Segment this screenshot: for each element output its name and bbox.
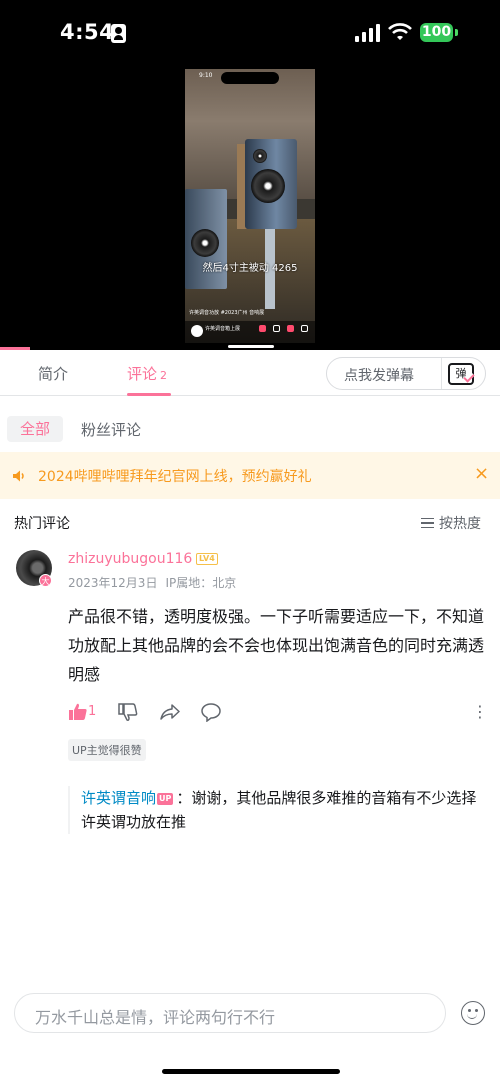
danmaku-divider <box>441 358 442 389</box>
send-danmaku-label: 点我发弹幕 <box>344 368 414 384</box>
close-icon[interactable]: × <box>474 463 489 484</box>
level-badge: LV4 <box>196 553 218 565</box>
reply-item[interactable]: 许英谓音响 UP ：谢谢，其他品牌很多难推的音箱有不少选择许英谓功放在推 <box>68 786 486 834</box>
comment-date: 2023年12月3日 <box>68 576 158 590</box>
video-like-icon <box>259 325 266 332</box>
up-tag: UP <box>157 793 174 805</box>
reply-icon[interactable] <box>201 702 221 722</box>
comment-content: 产品很不错，透明度极强。一下子听需要适应一下，不知道功放配上其他品牌的会不会也体… <box>68 607 485 684</box>
tab-bar: 简介 评论 2 点我发弹幕 <box>0 350 500 396</box>
tab-comments[interactable]: 评论 2 <box>127 363 167 384</box>
video-heart-icon <box>287 325 294 332</box>
tab-comments-label: 评论 <box>127 365 158 383</box>
speaker-icon <box>13 470 24 482</box>
comment-actions: 1 ⋮ <box>68 702 488 724</box>
tab-comments-count: 2 <box>160 369 168 382</box>
reply-username[interactable]: 许英谓音响 <box>81 789 156 807</box>
sort-icon <box>421 518 434 528</box>
hot-comments-title: 热门评论 <box>14 516 70 532</box>
avatar-badge: 大 <box>39 574 52 587</box>
up-liked-badge: UP主觉得很赞 <box>68 739 146 761</box>
sort-label: 按热度 <box>439 516 481 532</box>
battery-indicator: 100 <box>420 23 453 42</box>
notice-banner[interactable]: 2024哔哩哔哩拜年纪官网上线，预约赢好礼 × <box>0 452 500 499</box>
video-notch <box>221 72 279 84</box>
thumbs-down-icon[interactable] <box>118 702 138 722</box>
more-icon[interactable]: ⋮ <box>472 702 488 722</box>
wifi-icon <box>388 23 412 40</box>
woofer-right <box>251 169 285 203</box>
comment-meta: 2023年12月3日 IP属地：北京 <box>68 574 236 591</box>
like-count: 1 <box>88 704 97 719</box>
video-comment-icon <box>301 325 308 332</box>
video-caption: 许英调音功放 #2023广州 音响展 <box>189 310 265 316</box>
status-time: 4:54 <box>60 20 115 44</box>
home-indicator <box>162 1069 340 1074</box>
video-share-icon <box>273 325 280 332</box>
video-frame[interactable]: 9:10 然后4寸主被动 4265 许英调音功放 #2023广州 音响展 许英调… <box>185 69 315 343</box>
sort-button[interactable]: 按热度 <box>421 513 481 533</box>
video-mini-time: 9:10 <box>199 72 213 79</box>
tweeter <box>253 149 267 163</box>
video-subtitle: 然后4寸主被动 4265 <box>202 263 298 274</box>
battery-tip <box>455 29 458 36</box>
filter-all[interactable]: 全部 <box>7 416 63 442</box>
filter-fans[interactable]: 粉丝评论 <box>81 419 141 440</box>
tab-intro[interactable]: 简介 <box>38 363 68 384</box>
woofer-left <box>191 229 219 257</box>
video-channel-name: 许英调音箱上展 <box>205 326 241 332</box>
notice-text: 2024哔哩哔哩拜年纪官网上线，预约赢好礼 <box>38 469 312 485</box>
person-icon <box>111 24 126 43</box>
emoji-icon[interactable] <box>461 1001 485 1025</box>
tab-active-indicator <box>127 393 171 396</box>
comment-input[interactable]: 万水千山总是情，评论两句行不行 <box>14 993 446 1033</box>
video-channel-avatar <box>191 325 203 337</box>
thumbs-up-icon[interactable] <box>68 702 88 722</box>
cellular-signal-icon <box>355 24 381 42</box>
comment-ip: IP属地：北京 <box>165 576 237 590</box>
drag-handle[interactable] <box>228 345 274 348</box>
bottom-bar: 万水千山总是情，评论两句行不行 <box>0 985 500 1083</box>
comment-input-placeholder: 万水千山总是情，评论两句行不行 <box>35 1008 276 1027</box>
danmaku-toggle-icon[interactable]: 弹 <box>448 363 475 385</box>
comment-username[interactable]: zhizuyubugou116 <box>68 551 192 567</box>
share-icon[interactable] <box>160 702 180 722</box>
